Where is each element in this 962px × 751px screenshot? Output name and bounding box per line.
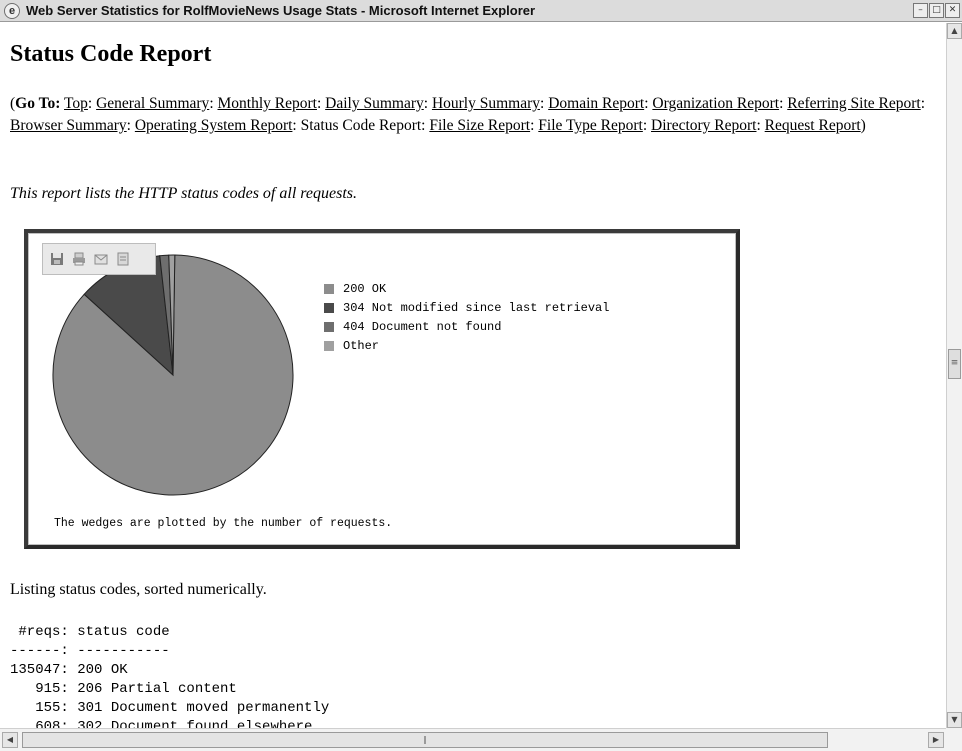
printer-icon[interactable] bbox=[115, 251, 131, 267]
legend-item: Other bbox=[324, 338, 609, 354]
legend-swatch bbox=[324, 341, 334, 351]
maximize-button[interactable]: □ bbox=[929, 3, 944, 18]
image-toolbar bbox=[42, 243, 156, 275]
scroll-right-button[interactable]: ▶ bbox=[928, 732, 944, 748]
pie-chart-frame: 200 OK 304 Not modified since last retri… bbox=[24, 229, 740, 549]
legend-swatch bbox=[324, 303, 334, 313]
nav-link-general-summary[interactable]: General Summary bbox=[96, 95, 209, 112]
nav-link-file-size-report[interactable]: File Size Report bbox=[429, 117, 530, 134]
scroll-down-button[interactable]: ▼ bbox=[947, 712, 962, 728]
pie-chart bbox=[52, 254, 294, 496]
chart-legend: 200 OK 304 Not modified since last retri… bbox=[324, 281, 609, 357]
legend-item: 304 Not modified since last retrieval bbox=[324, 300, 609, 316]
status-code-table: #reqs: status code ------: ----------- 135… bbox=[10, 623, 329, 728]
legend-item: 404 Document not found bbox=[324, 319, 609, 335]
nav-link-hourly-summary[interactable]: Hourly Summary bbox=[432, 95, 540, 112]
scroll-left-button[interactable]: ◀ bbox=[2, 732, 18, 748]
browser-viewport: Status Code Report (Go To: Top: General … bbox=[0, 23, 946, 728]
report-description: This report lists the HTTP status codes … bbox=[10, 185, 357, 202]
minimize-button[interactable]: – bbox=[913, 3, 928, 18]
ie-icon[interactable]: e bbox=[4, 2, 20, 19]
horizontal-scrollbar[interactable]: ◀ ‖ ▶ bbox=[0, 728, 946, 751]
print-icon[interactable] bbox=[71, 251, 87, 267]
legend-label: Other bbox=[343, 339, 380, 353]
table-row: 135047: 200 OK bbox=[10, 662, 128, 678]
nav-current-status-code-report: Status Code Report bbox=[300, 117, 422, 134]
legend-swatch bbox=[324, 284, 334, 294]
table-rule: ------: ----------- bbox=[10, 643, 170, 659]
nav-link-directory-report[interactable]: Directory Report bbox=[651, 117, 756, 134]
scroll-up-button[interactable]: ▲ bbox=[947, 23, 962, 39]
legend-label: 200 OK bbox=[343, 282, 387, 296]
nav-link-monthly-report[interactable]: Monthly Report bbox=[218, 95, 317, 112]
nav-link-daily-summary[interactable]: Daily Summary bbox=[325, 95, 424, 112]
nav-link-file-type-report[interactable]: File Type Report bbox=[538, 117, 643, 134]
nav-link-domain-report[interactable]: Domain Report bbox=[548, 95, 644, 112]
scrollbar-corner bbox=[946, 728, 962, 751]
vertical-scroll-thumb[interactable]: ≡ bbox=[948, 349, 961, 379]
listing-intro: Listing status codes, sorted numerically… bbox=[10, 581, 267, 598]
nav-link-referring-site-report[interactable]: Referring Site Report bbox=[787, 95, 920, 112]
vertical-scrollbar[interactable]: ▲ ≡ ▼ bbox=[946, 23, 962, 728]
window-controls: – □ ✕ bbox=[913, 3, 960, 18]
nav-link-organization-report[interactable]: Organization Report bbox=[652, 95, 779, 112]
chart-caption: The wedges are plotted by the number of … bbox=[54, 517, 393, 530]
horizontal-scroll-thumb[interactable]: ‖ bbox=[22, 732, 828, 748]
legend-label: 404 Document not found bbox=[343, 320, 502, 334]
table-row: 915: 206 Partial content bbox=[10, 681, 237, 697]
nav-link-request-report[interactable]: Request Report bbox=[765, 117, 861, 134]
window-title-bar: e Web Server Statistics for RolfMovieNew… bbox=[0, 0, 962, 22]
goto-label: Go To bbox=[15, 95, 56, 112]
page-title: Status Code Report bbox=[10, 41, 212, 67]
nav-link-browser-summary[interactable]: Browser Summary bbox=[10, 117, 127, 134]
window-title: Web Server Statistics for RolfMovieNews … bbox=[26, 3, 536, 18]
table-header: #reqs: status code bbox=[10, 624, 170, 640]
nav-link-operating-system-report[interactable]: Operating System Report bbox=[135, 117, 293, 134]
legend-swatch bbox=[324, 322, 334, 332]
mail-icon[interactable] bbox=[93, 251, 109, 267]
save-icon[interactable] bbox=[49, 251, 65, 267]
table-row: 608: 302 Document found elsewhere bbox=[10, 719, 313, 728]
close-button[interactable]: ✕ bbox=[945, 3, 960, 18]
goto-nav: (Go To: Top: General Summary: Monthly Re… bbox=[10, 95, 926, 134]
nav-link-top[interactable]: Top bbox=[64, 95, 88, 112]
table-row: 155: 301 Document moved permanently bbox=[10, 700, 330, 716]
legend-item: 200 OK bbox=[324, 281, 609, 297]
legend-label: 304 Not modified since last retrieval bbox=[343, 301, 610, 315]
